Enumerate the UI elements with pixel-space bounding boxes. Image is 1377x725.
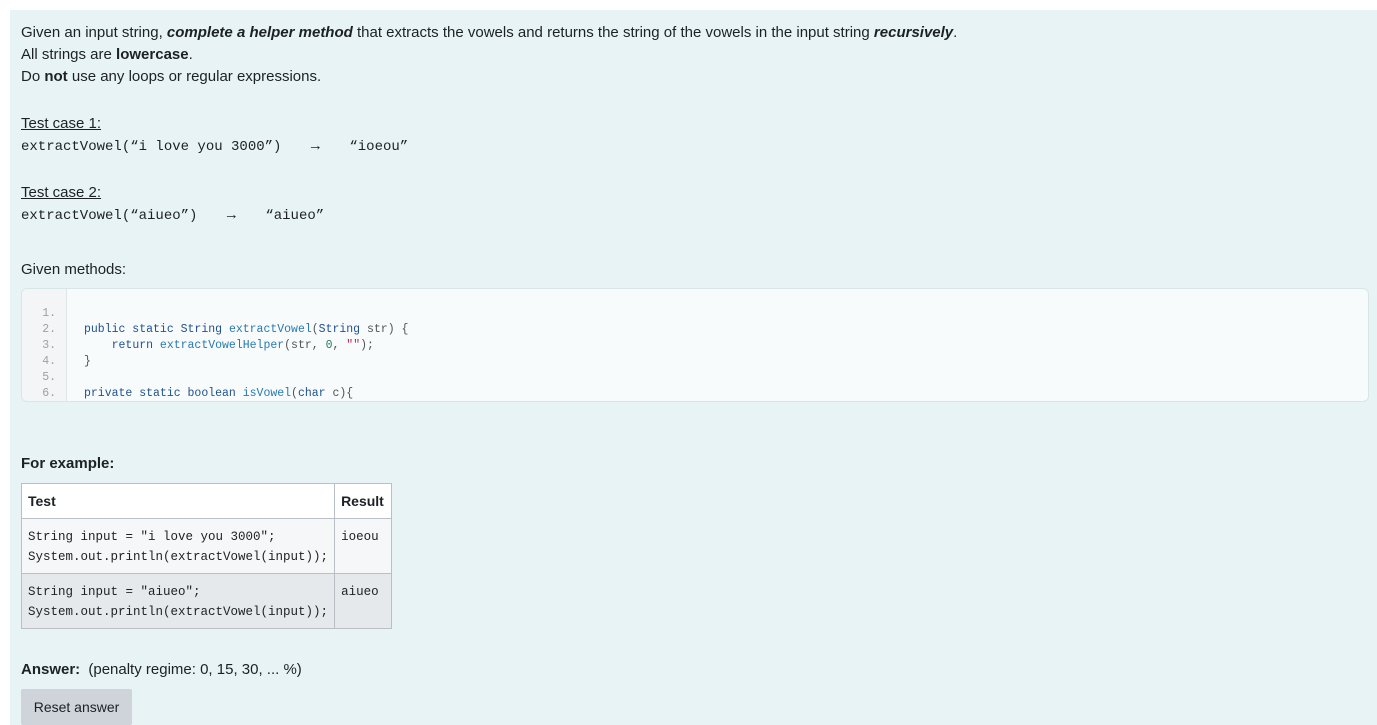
column-header-test: Test <box>22 484 335 519</box>
lowercase-line: All strings are lowercase. <box>21 44 1361 66</box>
example-heading: For example: <box>21 455 114 472</box>
no-loops-pre: Do <box>21 68 40 85</box>
no-loops-post: use any loops or regular expressions. <box>72 68 321 85</box>
intro-text-2: that extracts the vowels and returns the… <box>357 24 870 41</box>
intro-text: Given an input string, <box>21 24 163 41</box>
code-line: 5. private static boolean isVowel(char c… <box>22 354 1362 370</box>
intro-line: Given an input string, complete a helper… <box>21 22 1361 44</box>
result-cell: aiueo <box>335 574 392 629</box>
code-line: 4. <box>22 338 1362 354</box>
result-cell: ioeou <box>335 519 392 574</box>
test-case-2-label: Test case 2: <box>21 182 324 204</box>
test-case-1-call: extractVowel(“i love you 3000”) <box>21 139 281 155</box>
answer-line: Answer: (penalty regime: 0, 15, 30, ... … <box>21 661 302 678</box>
intro-emphasis-2: recursively <box>874 24 953 41</box>
test-cell: String input = "i love you 3000"; System… <box>22 519 335 574</box>
code-line: 6. return c == 'a' || c == 'e' || c == '… <box>22 370 1362 386</box>
code-line: 2. return extractVowelHelper(str, 0, "")… <box>22 306 1362 322</box>
table-header-row: Test Result <box>22 484 392 519</box>
arrow-icon: → <box>224 206 239 223</box>
test-case-2-call: extractVowel(“aiueo”) <box>21 208 197 224</box>
arrow-icon: → <box>308 137 323 154</box>
code-line: 1. public static String extractVowel(Str… <box>22 290 1362 306</box>
no-loops-line: Do not use any loops or regular expressi… <box>21 66 1361 88</box>
penalty-regime: (penalty regime: 0, 15, 30, ... %) <box>88 661 301 678</box>
no-loops-bold: not <box>44 68 67 85</box>
test-cell: String input = "aiueo"; System.out.print… <box>22 574 335 629</box>
code-line: 3. } <box>22 322 1362 338</box>
lowercase-pre: All strings are <box>21 46 112 63</box>
column-header-result: Result <box>335 484 392 519</box>
code-block: 1. public static String extractVowel(Str… <box>21 288 1369 402</box>
question-panel: Given an input string, complete a helper… <box>10 10 1377 725</box>
reset-answer-button[interactable]: Reset answer <box>21 689 132 725</box>
lowercase-post: . <box>189 46 193 63</box>
table-row: String input = "aiueo"; System.out.print… <box>22 574 392 629</box>
code-line: 7. } <box>22 386 1362 402</box>
lowercase-bold: lowercase <box>116 46 189 63</box>
intro-period: . <box>953 24 957 41</box>
example-table: Test Result String input = "i love you 3… <box>21 483 392 629</box>
given-methods-label: Given methods: <box>21 259 126 281</box>
intro-emphasis-1: complete a helper method <box>167 24 353 41</box>
test-case-1-result: “ioeou” <box>349 139 408 155</box>
test-case-2-result: “aiueo” <box>265 208 324 224</box>
table-row: String input = "i love you 3000"; System… <box>22 519 392 574</box>
answer-label: Answer: <box>21 661 80 678</box>
test-case-1-example: extractVowel(“i love you 3000”) → “ioeou… <box>21 137 408 155</box>
test-case-2-example: extractVowel(“aiueo”) → “aiueo” <box>21 206 324 224</box>
test-case-1: Test case 1: extractVowel(“i love you 30… <box>21 113 408 155</box>
test-case-1-label: Test case 1: <box>21 113 408 135</box>
question-text: Given an input string, complete a helper… <box>21 22 1361 88</box>
test-case-2: Test case 2: extractVowel(“aiueo”) → “ai… <box>21 182 324 224</box>
